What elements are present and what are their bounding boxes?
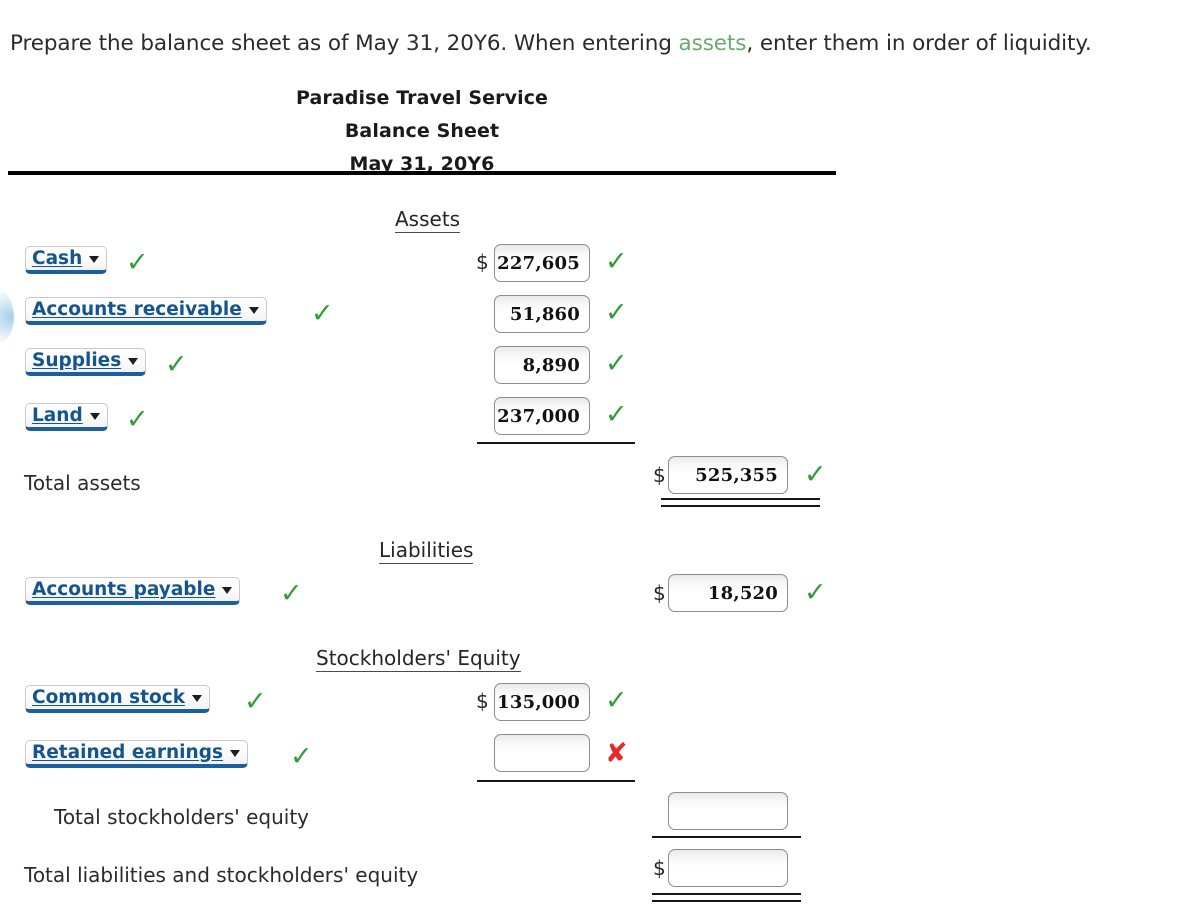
- currency-symbol-common-stock: $: [476, 689, 489, 713]
- instruction-before: Prepare the balance sheet as of May 31, …: [10, 31, 679, 56]
- instruction-after: , enter them in order of liquidity.: [746, 31, 1092, 56]
- total-rule-assets: [661, 498, 820, 507]
- status-check-icon-supplies-account: ✓: [165, 349, 188, 380]
- account-select-cash[interactable]: Cash: [25, 246, 108, 274]
- account-select-retained-earnings-label: Retained earnings: [32, 741, 223, 763]
- account-select-common-stock-label: Common stock: [32, 686, 185, 708]
- status-check-icon-ap-account: ✓: [280, 578, 303, 609]
- account-select-land[interactable]: Land: [25, 403, 108, 431]
- section-header-stockholders-equity: Stockholders' Equity: [316, 646, 521, 672]
- status-check-icon-common-stock-account: ✓: [244, 686, 267, 717]
- instruction-text: Prepare the balance sheet as of May 31, …: [10, 30, 1092, 58]
- decorative-arc: [0, 288, 14, 346]
- status-error-icon-retained-earnings-amount: ✘: [605, 738, 628, 769]
- subtotal-rule-total-equity: [652, 836, 801, 838]
- account-select-supplies[interactable]: Supplies: [25, 348, 147, 376]
- section-header-liabilities: Liabilities: [379, 538, 474, 564]
- amount-input-retained-earnings[interactable]: [494, 734, 590, 772]
- account-select-cash-label: Cash: [32, 247, 83, 269]
- row-label-total-liabilities-and-equity: Total liabilities and stockholders' equi…: [24, 863, 419, 887]
- subtotal-rule-assets: [477, 442, 635, 444]
- status-check-icon-supplies-amount: ✓: [605, 348, 628, 379]
- amount-input-common-stock[interactable]: 135,000: [494, 683, 590, 721]
- amount-input-accounts-receivable[interactable]: 51,860: [494, 295, 590, 333]
- account-select-land-label: Land: [32, 404, 83, 426]
- status-check-icon-land-amount: ✓: [605, 399, 628, 430]
- account-select-accounts-payable-label: Accounts payable: [32, 578, 216, 600]
- statement-date: May 31, 20Y6: [349, 153, 495, 175]
- account-select-retained-earnings[interactable]: Retained earnings: [25, 740, 248, 768]
- row-label-total-assets: Total assets: [24, 471, 141, 495]
- subtotal-rule-equity: [477, 780, 635, 782]
- instruction-highlight: assets: [678, 31, 747, 56]
- status-check-icon-retained-earnings-account: ✓: [290, 741, 313, 772]
- status-check-icon-ap-amount: ✓: [804, 577, 827, 608]
- account-select-common-stock[interactable]: Common stock: [25, 685, 210, 713]
- section-header-assets: Assets: [395, 207, 461, 233]
- row-label-total-stockholders-equity: Total stockholders' equity: [54, 805, 310, 829]
- status-check-icon-land-account: ✓: [126, 404, 149, 435]
- account-select-accounts-receivable-label: Accounts receivable: [32, 298, 242, 320]
- total-rule-liabilities-and-equity: [652, 893, 801, 902]
- amount-input-total-stockholders-equity[interactable]: [668, 792, 788, 830]
- status-check-icon-ar-amount: ✓: [605, 297, 628, 328]
- account-select-accounts-receivable[interactable]: Accounts receivable: [25, 297, 267, 325]
- amount-input-accounts-payable[interactable]: 18,520: [668, 574, 788, 612]
- account-select-accounts-payable[interactable]: Accounts payable: [25, 577, 241, 605]
- chevron-down-icon: [89, 413, 100, 420]
- status-check-icon-ar-account: ✓: [311, 298, 334, 329]
- chevron-down-icon: [89, 256, 100, 263]
- chevron-down-icon: [128, 358, 139, 365]
- account-select-supplies-label: Supplies: [32, 349, 122, 371]
- status-check-icon-cash-account: ✓: [126, 247, 149, 278]
- chevron-down-icon: [222, 587, 233, 594]
- header-rule: [8, 171, 836, 175]
- amount-input-supplies[interactable]: 8,890: [494, 346, 590, 384]
- company-name: Paradise Travel Service: [295, 87, 549, 109]
- currency-symbol-total-liabilities-and-equity: $: [653, 856, 666, 880]
- amount-input-total-liabilities-and-equity[interactable]: [668, 849, 788, 887]
- amount-input-cash[interactable]: 227,605: [494, 244, 590, 282]
- currency-symbol-total-assets: $: [653, 463, 666, 487]
- status-check-icon-common-stock-amount: ✓: [605, 685, 628, 716]
- statement-header: Paradise Travel Service Balance Sheet Ma…: [8, 82, 836, 181]
- chevron-down-icon: [229, 750, 240, 757]
- status-check-icon-total-assets: ✓: [804, 459, 827, 490]
- chevron-down-icon: [192, 695, 202, 702]
- amount-input-total-assets[interactable]: 525,355: [668, 456, 788, 494]
- chevron-down-icon: [248, 307, 259, 314]
- amount-input-land[interactable]: 237,000: [494, 397, 590, 435]
- statement-title: Balance Sheet: [344, 120, 500, 142]
- currency-symbol-accounts-payable: $: [653, 581, 666, 605]
- status-check-icon-cash-amount: ✓: [605, 246, 628, 277]
- currency-symbol-cash: $: [476, 250, 489, 274]
